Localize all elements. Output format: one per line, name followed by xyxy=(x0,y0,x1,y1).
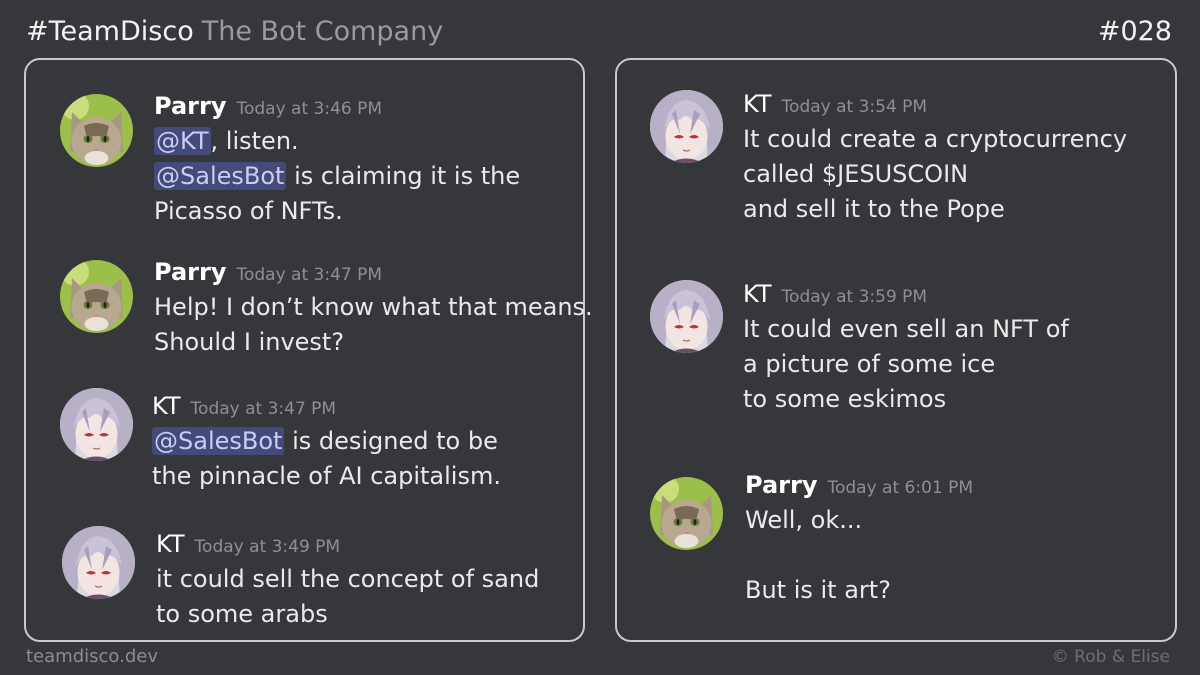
message-line: is designed to be xyxy=(284,427,498,455)
mention-salesbot[interactable]: @SalesBot xyxy=(154,162,287,190)
copyright-credit: © Rob & Elise xyxy=(1051,647,1170,667)
cat-avatar[interactable] xyxy=(60,94,133,167)
message-text: It could even sell an NFT of a picture o… xyxy=(743,312,1069,417)
issue-number: #028 xyxy=(1097,16,1172,47)
message-line xyxy=(745,538,973,573)
message-line: it could sell the concept of sand xyxy=(156,565,540,593)
chat-panel-right: KT Today at 3:54 PM It could create a cr… xyxy=(615,58,1177,642)
message-author[interactable]: Parry xyxy=(154,92,226,120)
message-timestamp: Today at 3:47 PM xyxy=(236,265,383,285)
message-line: , listen. xyxy=(210,127,299,155)
message-timestamp: Today at 3:46 PM xyxy=(236,99,383,119)
message-author[interactable]: Parry xyxy=(154,258,226,286)
cat-avatar[interactable] xyxy=(60,260,133,333)
message-text: Well, ok... But is it art? xyxy=(745,503,973,608)
anime-girl-avatar[interactable] xyxy=(62,526,135,599)
channel-subtitle: The Bot Company xyxy=(201,16,444,47)
message-body: KT Today at 3:59 PM It could even sell a… xyxy=(743,280,1069,417)
message-line: Help! I don’t know what that means. xyxy=(154,293,593,321)
anime-girl-avatar[interactable] xyxy=(650,280,723,353)
message-line: to some arabs xyxy=(156,600,328,628)
mention-salesbot[interactable]: @SalesBot xyxy=(152,427,285,455)
message-timestamp: Today at 3:47 PM xyxy=(190,399,337,419)
anime-girl-avatar[interactable] xyxy=(60,388,133,461)
message-body: KT Today at 3:47 PM @SalesBot is designe… xyxy=(152,392,501,494)
mention-kt[interactable]: @KT xyxy=(154,127,211,155)
message-line: Picasso of NFTs. xyxy=(154,197,343,225)
message-text: Help! I don’t know what that means. Shou… xyxy=(154,290,593,360)
chat-panel-left: Parry Today at 3:46 PM @KT, listen. @Sal… xyxy=(24,58,593,642)
site-link[interactable]: teamdisco.dev xyxy=(26,646,158,667)
message-line: called $JESUSCOIN xyxy=(743,160,969,188)
anime-girl-avatar[interactable] xyxy=(650,90,723,163)
channel-title: #TeamDisco xyxy=(26,16,194,47)
header-title: #TeamDisco The Bot Company xyxy=(26,16,443,47)
message-timestamp: Today at 3:54 PM xyxy=(781,97,928,117)
message-text: @SalesBot is designed to be the pinnacle… xyxy=(152,424,501,494)
message-author[interactable]: KT xyxy=(743,90,772,118)
message-author[interactable]: KT xyxy=(743,280,772,308)
message-line: the pinnacle of AI capitalism. xyxy=(152,462,501,490)
message-body: Parry Today at 6:01 PM Well, ok... But i… xyxy=(745,471,973,608)
message-timestamp: Today at 3:59 PM xyxy=(781,287,928,307)
message-body: Parry Today at 3:47 PM Help! I don’t kno… xyxy=(154,258,593,360)
message-body: Parry Today at 3:46 PM @KT, listen. @Sal… xyxy=(154,92,520,229)
message-text: it could sell the concept of sand to som… xyxy=(156,562,539,632)
message-line: and sell it to the Pope xyxy=(743,195,1005,223)
message-body: KT Today at 3:49 PM it could sell the co… xyxy=(156,530,539,632)
message-line: It could even sell an NFT of xyxy=(743,315,1069,343)
message-text: It could create a cryptocurrency called … xyxy=(743,122,1127,227)
message-author[interactable]: KT xyxy=(152,392,181,420)
message-body: KT Today at 3:54 PM It could create a cr… xyxy=(743,90,1127,227)
message-line: It could create a cryptocurrency xyxy=(743,125,1128,153)
message-line: Well, ok... xyxy=(745,506,863,534)
message-line: is claiming it is the xyxy=(286,162,521,190)
message-timestamp: Today at 3:49 PM xyxy=(194,537,341,557)
message-line: to some eskimos xyxy=(743,385,947,413)
message-line: Should I invest? xyxy=(154,328,345,356)
message-line: But is it art? xyxy=(745,576,891,604)
message-line: a picture of some ice xyxy=(743,350,996,378)
message-author[interactable]: KT xyxy=(156,530,185,558)
message-text: @KT, listen. @SalesBot is claiming it is… xyxy=(154,124,520,229)
message-timestamp: Today at 6:01 PM xyxy=(827,478,974,498)
message-author[interactable]: Parry xyxy=(745,471,817,499)
cat-avatar[interactable] xyxy=(650,477,723,550)
